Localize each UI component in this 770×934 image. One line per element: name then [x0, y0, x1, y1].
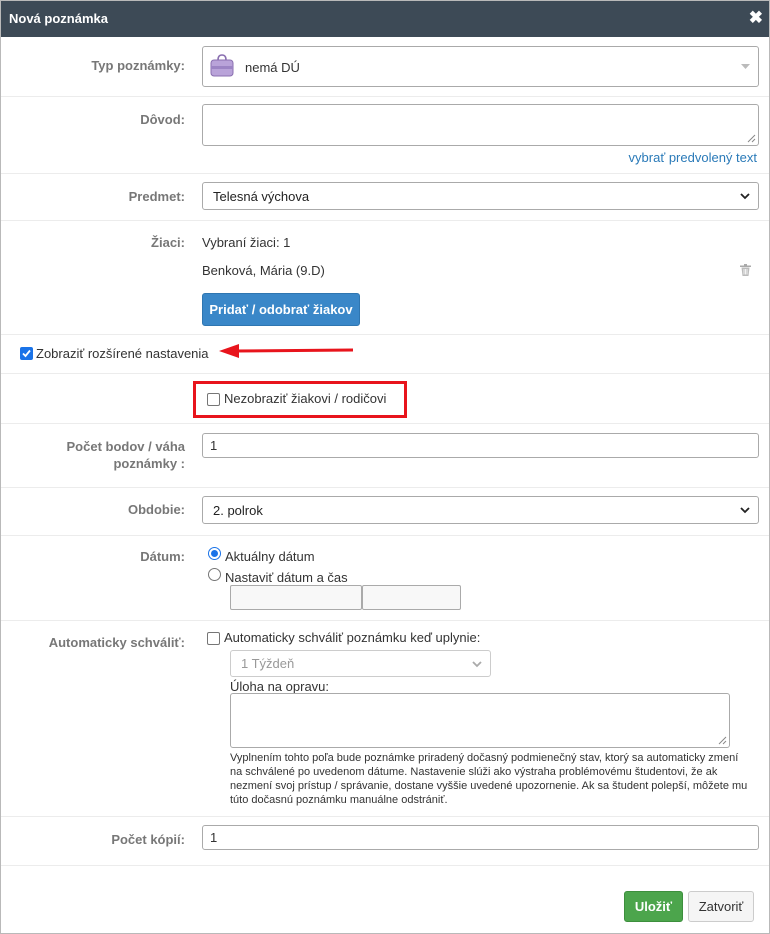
- selected-students-count: Vybraní žiaci: 1: [202, 235, 291, 250]
- row-divider: [1, 620, 769, 621]
- dropdown-arrow-icon: [741, 64, 750, 69]
- auto-approve-period-value: 1 Týždeň: [241, 656, 295, 671]
- auto-approve-checkbox[interactable]: [207, 632, 220, 645]
- row-divider: [1, 865, 769, 866]
- subject-value: Telesná výchova: [213, 189, 310, 204]
- reason-textarea[interactable]: [202, 104, 759, 146]
- red-arrow-annotation: [219, 344, 354, 358]
- close-button[interactable]: Zatvoriť: [688, 891, 754, 922]
- subject-label: Predmet:: [128, 189, 185, 204]
- close-icon[interactable]: ✖: [749, 8, 763, 28]
- current-date-label[interactable]: Aktuálny dátum: [225, 549, 315, 564]
- set-date-label[interactable]: Nastaviť dátum a čas: [225, 570, 348, 585]
- row-divider: [1, 535, 769, 536]
- trash-icon[interactable]: [740, 264, 751, 276]
- points-label-line2: poznámky :: [113, 456, 185, 471]
- dialog-title: Nová poznámka: [9, 11, 108, 26]
- chevron-down-icon: [740, 507, 750, 514]
- period-value: 2. polrok: [213, 503, 263, 518]
- note-type-select[interactable]: nemá DÚ: [202, 46, 759, 87]
- chevron-down-icon: [472, 661, 482, 668]
- preset-text-link[interactable]: vybrať predvolený text: [629, 150, 757, 165]
- reason-label: Dôvod:: [140, 112, 185, 127]
- correction-task-label: Úloha na opravu:: [230, 679, 330, 694]
- note-type-value: nemá DÚ: [245, 60, 300, 75]
- points-input[interactable]: 1: [202, 433, 759, 458]
- date-input[interactable]: [230, 585, 362, 610]
- set-date-radio[interactable]: [208, 568, 221, 581]
- save-button[interactable]: Uložiť: [624, 891, 683, 922]
- points-value: 1: [210, 438, 218, 453]
- row-divider: [1, 487, 769, 488]
- copies-value: 1: [210, 830, 218, 845]
- advanced-settings-label[interactable]: Zobraziť rozšírené nastavenia: [36, 346, 209, 361]
- row-divider: [1, 816, 769, 817]
- copies-input[interactable]: 1: [202, 825, 759, 850]
- resize-grip-icon: [718, 736, 727, 745]
- row-divider: [1, 173, 769, 174]
- dialog-titlebar: Nová poznámka ✖: [1, 1, 769, 37]
- add-remove-students-button[interactable]: Pridať / odobrať žiakov: [202, 293, 360, 326]
- points-label-line1: Počet bodov / váha: [66, 439, 185, 454]
- auto-approve-period-select[interactable]: 1 Týždeň: [230, 650, 491, 677]
- new-note-dialog: Nová poznámka ✖ Typ poznámky: nemá DÚ Dô…: [0, 0, 770, 934]
- auto-approve-help-text: Vyplnením tohto poľa bude poznámke prira…: [230, 752, 748, 806]
- row-divider: [1, 373, 769, 374]
- resize-grip-icon: [747, 134, 756, 143]
- row-divider: [1, 423, 769, 424]
- period-label: Obdobie:: [127, 502, 185, 517]
- time-input[interactable]: [362, 585, 461, 610]
- auto-approve-label: Automaticky schváliť:: [48, 635, 185, 650]
- advanced-settings-checkbox[interactable]: [20, 347, 33, 360]
- hide-from-student-label[interactable]: Nezobraziť žiakovi / rodičovi: [224, 391, 386, 406]
- row-divider: [1, 96, 769, 97]
- copies-label: Počet kópií:: [111, 832, 185, 847]
- students-label: Žiaci:: [151, 235, 185, 250]
- current-date-radio[interactable]: [208, 547, 221, 560]
- checkmark-icon: [22, 349, 31, 358]
- type-label: Typ poznámky:: [91, 58, 185, 73]
- date-label: Dátum:: [140, 549, 185, 564]
- auto-approve-checkbox-label[interactable]: Automaticky schváliť poznámku keď uplyni…: [224, 630, 480, 645]
- subject-select[interactable]: Telesná výchova: [202, 182, 759, 210]
- student-name: Benková, Mária (9.D): [202, 263, 325, 278]
- hide-from-student-checkbox[interactable]: [207, 393, 220, 406]
- row-divider: [1, 220, 769, 221]
- row-divider: [1, 334, 769, 335]
- chevron-down-icon: [740, 193, 750, 200]
- purple-bag-icon: [210, 54, 234, 77]
- correction-task-textarea[interactable]: [230, 693, 730, 748]
- period-select[interactable]: 2. polrok: [202, 496, 759, 524]
